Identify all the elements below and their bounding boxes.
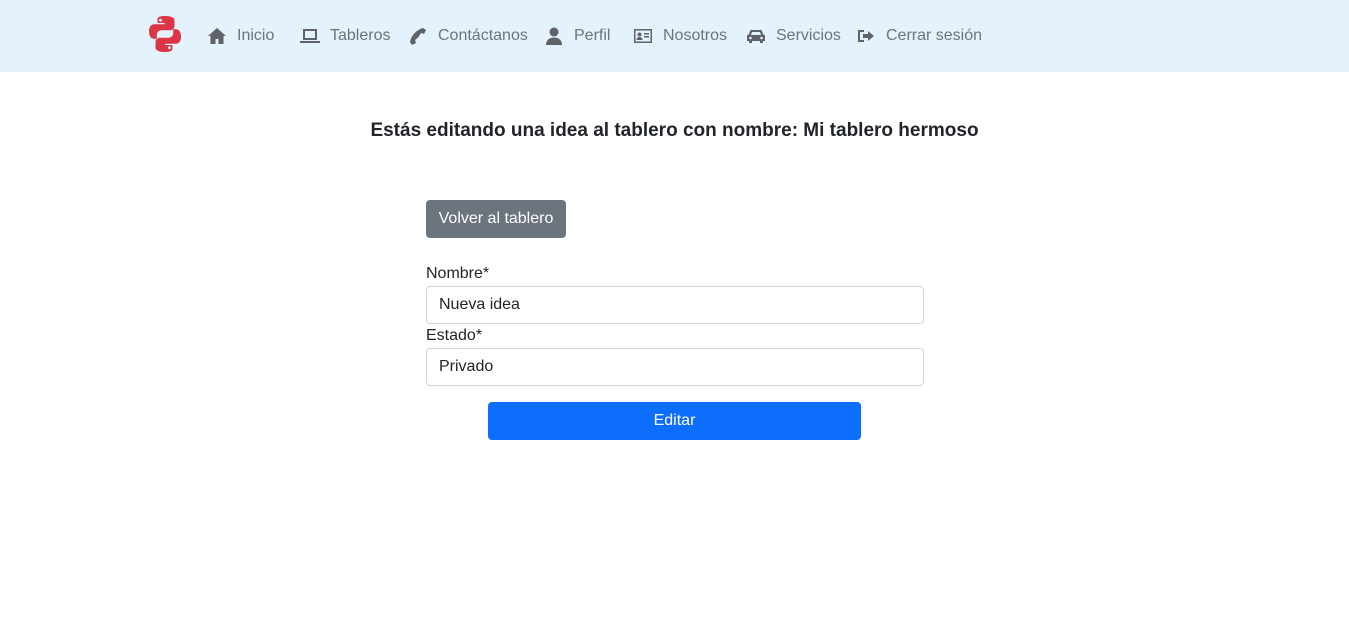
nav-item-label: Nosotros [663,27,728,44]
status-input[interactable] [426,348,924,386]
nav-item-servicios[interactable]: Servicios [746,24,841,48]
edit-submit-button[interactable]: Editar [488,402,861,440]
navbar: Inicio Tableros Contáctanos Perfil Nosot… [0,0,1349,72]
phone-icon [410,28,426,45]
nav-item-label: Inicio [237,27,275,44]
status-label: Estado* [426,327,483,344]
id-card-icon [634,29,652,43]
nav-item-nosotros[interactable]: Nosotros [633,24,727,48]
user-icon [546,27,562,45]
back-to-board-button[interactable]: Volver al tablero [426,200,566,238]
name-label: Nombre* [426,265,490,282]
laptop-icon [300,29,320,43]
nav-item-label: Perfil [574,27,611,44]
car-icon [747,30,765,43]
nav-item-contactanos[interactable]: Contáctanos [408,24,528,48]
nav-item-label: Servicios [776,27,841,44]
nav-item-label: Tableros [330,27,391,44]
nav-item-perfil[interactable]: Perfil [544,24,610,48]
name-input[interactable] [426,286,924,324]
python-logo-icon[interactable] [146,15,184,53]
sign-out-icon [858,30,874,42]
nav-item-label: Contáctanos [438,27,528,44]
home-icon [208,28,226,44]
page-title: Estás editando una idea al tablero con n… [370,120,979,141]
nav-item-inicio[interactable]: Inicio [207,24,274,48]
nav-item-label: Cerrar sesión [886,27,983,44]
nav-item-tableros[interactable]: Tableros [300,24,390,48]
nav-item-cerrar-sesion[interactable]: Cerrar sesión [856,24,982,48]
